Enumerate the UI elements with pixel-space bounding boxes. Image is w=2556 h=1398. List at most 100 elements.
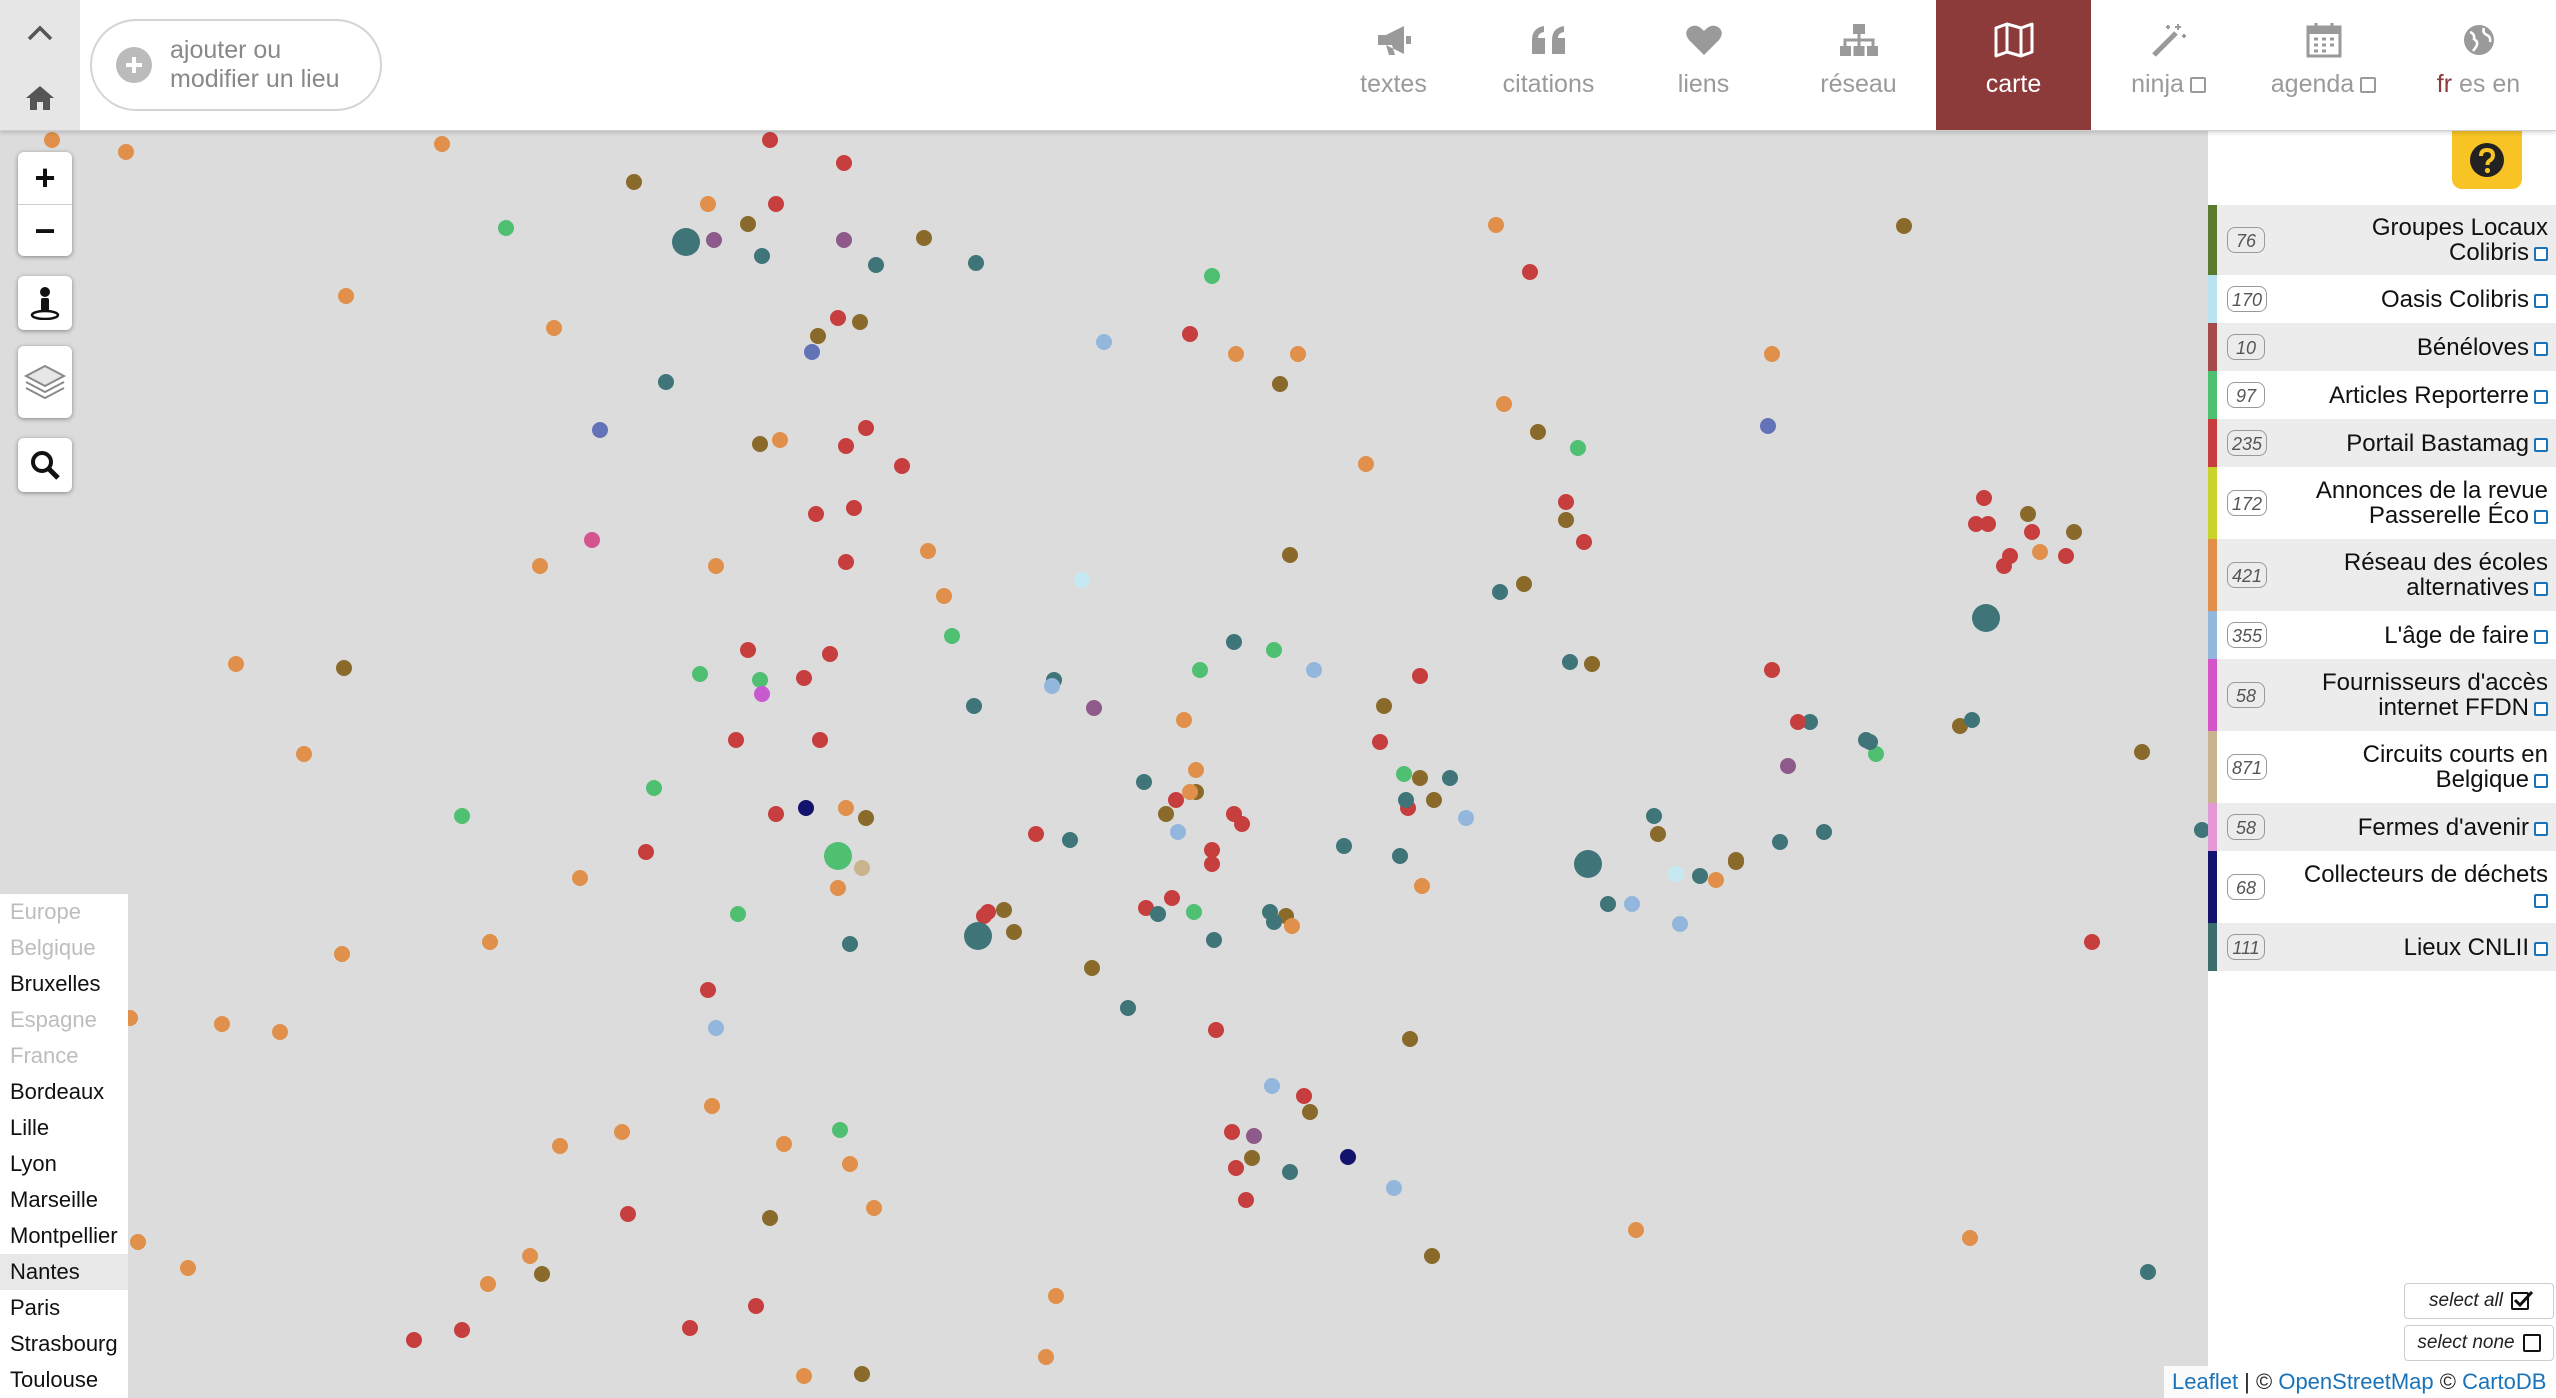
map-marker[interactable] — [336, 660, 352, 676]
map-marker[interactable] — [1672, 916, 1688, 932]
external-link-icon[interactable] — [2534, 774, 2548, 788]
map-marker[interactable] — [1062, 832, 1078, 848]
map-marker[interactable] — [830, 310, 846, 326]
map-marker[interactable] — [966, 698, 982, 714]
map-marker[interactable] — [614, 1124, 630, 1140]
map-marker[interactable] — [620, 1206, 636, 1222]
map-marker[interactable] — [754, 248, 770, 264]
map-marker[interactable] — [916, 230, 932, 246]
map-marker[interactable] — [1570, 440, 1586, 456]
map-marker[interactable] — [1558, 512, 1574, 528]
map-marker[interactable] — [730, 906, 746, 922]
city-europe[interactable]: Europe — [0, 894, 128, 930]
map-marker[interactable] — [846, 500, 862, 516]
map-marker[interactable] — [1266, 642, 1282, 658]
map-marker[interactable] — [1668, 866, 1684, 882]
map-marker[interactable] — [976, 908, 992, 924]
map-marker[interactable] — [1562, 654, 1578, 670]
map-marker[interactable] — [1164, 890, 1180, 906]
map-marker[interactable] — [776, 1136, 792, 1152]
map-marker[interactable] — [1084, 960, 1100, 976]
map-marker[interactable] — [1158, 806, 1174, 822]
map-marker[interactable] — [1692, 868, 1708, 884]
map-marker[interactable] — [752, 436, 768, 452]
map-marker[interactable] — [2134, 744, 2150, 760]
map-marker[interactable] — [1272, 376, 1288, 392]
map-marker[interactable] — [1764, 346, 1780, 362]
map-marker[interactable] — [1764, 662, 1780, 678]
map-marker[interactable] — [1624, 896, 1640, 912]
map-marker[interactable] — [1204, 842, 1220, 858]
select-all-button[interactable]: select all — [2404, 1283, 2554, 1319]
layer-row[interactable]: 10 Bénéloves — [2208, 323, 2556, 371]
map-marker[interactable] — [1426, 792, 1442, 808]
select-none-button[interactable]: select none — [2404, 1325, 2554, 1361]
map-marker[interactable] — [1386, 1180, 1402, 1196]
map-marker[interactable] — [1392, 848, 1408, 864]
map-marker[interactable] — [1204, 856, 1220, 872]
map-marker[interactable] — [842, 1156, 858, 1172]
map-marker[interactable] — [1760, 418, 1776, 434]
external-link-icon[interactable] — [2534, 293, 2548, 308]
city-nantes[interactable]: Nantes — [0, 1254, 128, 1290]
map-marker[interactable] — [838, 800, 854, 816]
nav-textes[interactable]: textes — [1316, 0, 1471, 130]
map-marker[interactable] — [1522, 264, 1538, 280]
nav-ninja[interactable]: ninja — [2091, 0, 2246, 130]
map-marker[interactable] — [854, 1366, 870, 1382]
map-marker[interactable] — [708, 1020, 724, 1036]
map-marker[interactable] — [214, 1016, 230, 1032]
layer-row[interactable]: 76 Groupes Locaux Colibris — [2208, 205, 2556, 275]
map-marker[interactable] — [1402, 1031, 1418, 1047]
map-marker-cluster[interactable] — [964, 922, 992, 950]
map-marker[interactable] — [858, 420, 874, 436]
map-marker[interactable] — [638, 844, 654, 860]
map-marker[interactable] — [2032, 544, 2048, 560]
map-marker[interactable] — [1424, 1248, 1440, 1264]
map-marker[interactable] — [1650, 826, 1666, 842]
map-marker[interactable] — [534, 1266, 550, 1282]
nav-agenda[interactable]: agenda — [2246, 0, 2401, 130]
map-marker[interactable] — [1372, 734, 1388, 750]
map-marker[interactable] — [852, 314, 868, 330]
map-marker[interactable] — [1238, 1192, 1254, 1208]
map-marker[interactable] — [1176, 712, 1192, 728]
city-lille[interactable]: Lille — [0, 1110, 128, 1146]
map-marker[interactable] — [812, 732, 828, 748]
map-marker[interactable] — [836, 232, 852, 248]
map-marker[interactable] — [1228, 1160, 1244, 1176]
map-marker[interactable] — [454, 808, 470, 824]
map-marker[interactable] — [180, 1260, 196, 1276]
layer-row[interactable]: 97 Articles Reporterre — [2208, 371, 2556, 419]
map-marker[interactable] — [2066, 524, 2082, 540]
external-link-icon[interactable] — [2534, 894, 2548, 908]
external-link-icon[interactable] — [2534, 389, 2548, 404]
map-marker[interactable] — [1728, 854, 1744, 870]
map-marker[interactable] — [1412, 770, 1428, 786]
layer-row[interactable]: 58 Fermes d'avenir — [2208, 803, 2556, 851]
city-strasbourg[interactable]: Strasbourg — [0, 1326, 128, 1362]
map-marker-cluster[interactable] — [672, 228, 700, 256]
map-marker[interactable] — [2140, 1264, 2156, 1280]
map-marker[interactable] — [1136, 774, 1152, 790]
map-marker[interactable] — [894, 458, 910, 474]
map-marker[interactable] — [1284, 918, 1300, 934]
map-marker[interactable] — [130, 1234, 146, 1250]
map-marker[interactable] — [768, 806, 784, 822]
map-marker[interactable] — [228, 656, 244, 672]
map-marker[interactable] — [920, 543, 936, 559]
map-marker[interactable] — [2020, 506, 2036, 522]
map-marker[interactable] — [1458, 810, 1474, 826]
map-marker[interactable] — [772, 432, 788, 448]
map-marker[interactable] — [1096, 334, 1112, 350]
map-marker[interactable] — [592, 422, 608, 438]
external-link-icon[interactable] — [2534, 941, 2548, 956]
external-link-icon[interactable] — [2534, 821, 2548, 836]
map-marker[interactable] — [1976, 490, 1992, 506]
map-marker[interactable] — [1150, 906, 1166, 922]
layer-row[interactable]: 58 Fournisseurs d'accès internet FFDN — [2208, 659, 2556, 731]
map-marker[interactable] — [406, 1332, 422, 1348]
map-marker[interactable] — [296, 746, 312, 762]
map-marker[interactable] — [1530, 424, 1546, 440]
map-marker[interactable] — [1204, 268, 1220, 284]
